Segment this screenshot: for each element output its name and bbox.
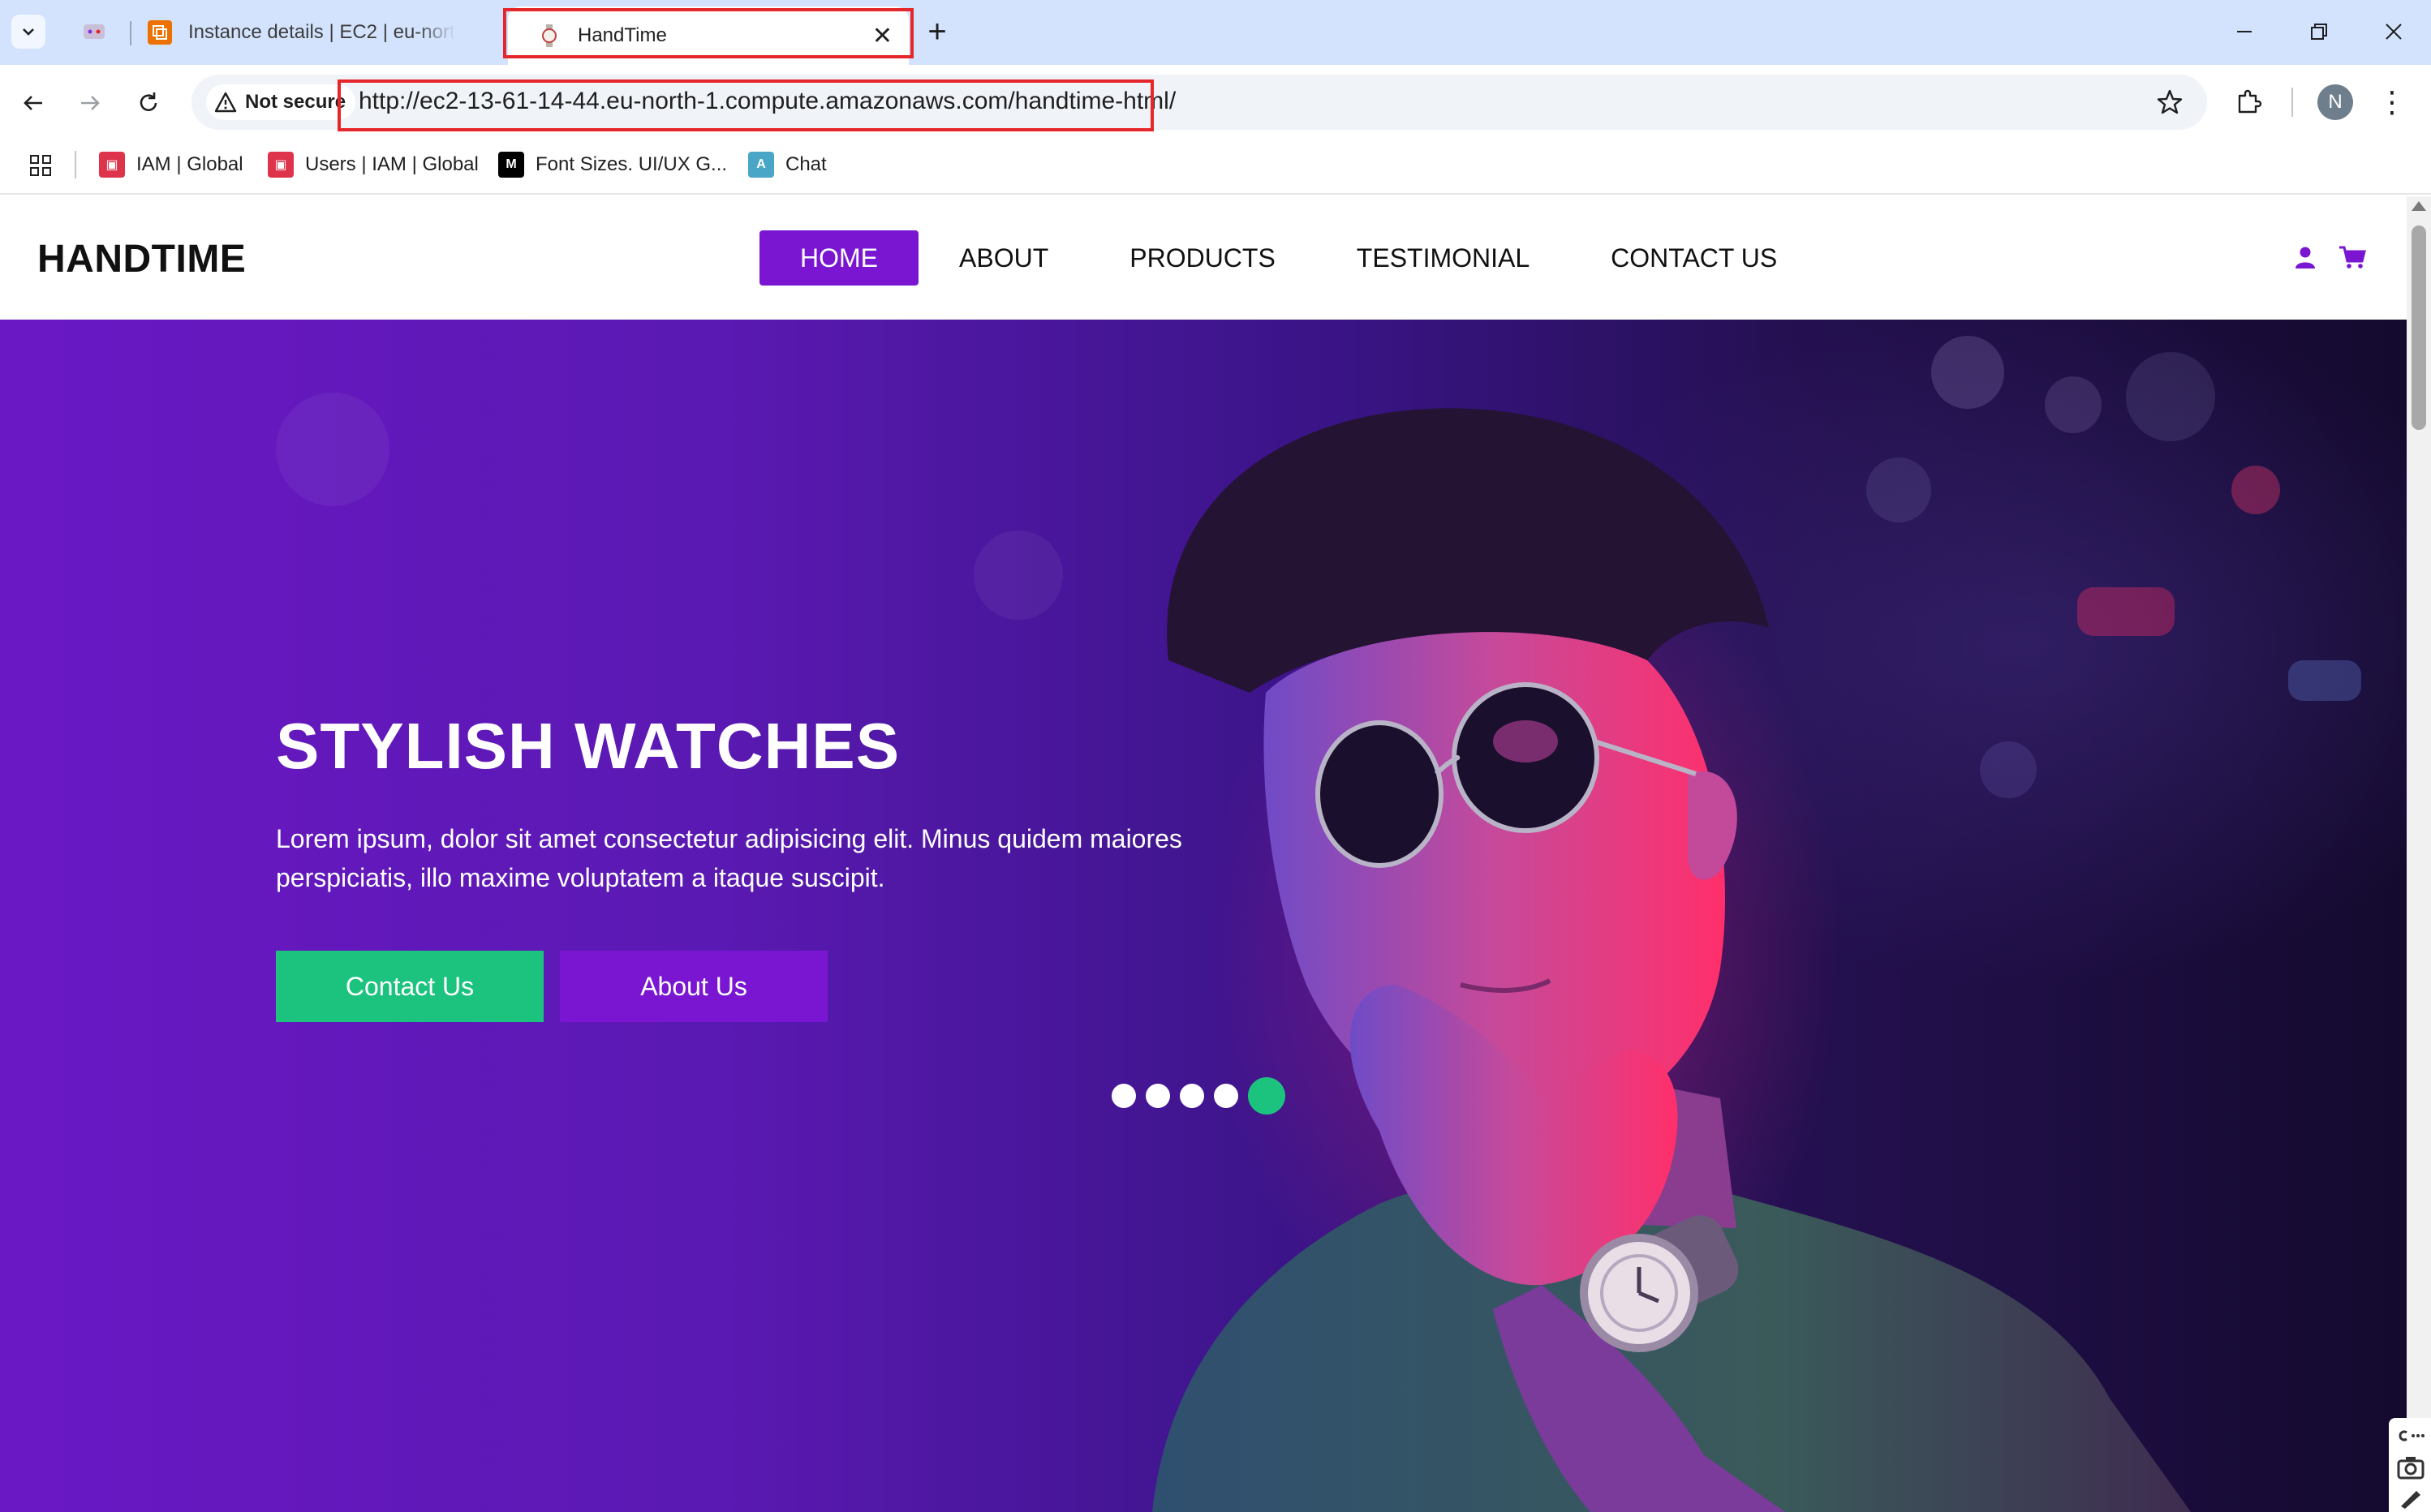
restore-button[interactable] — [2295, 11, 2343, 52]
nav-item-about[interactable]: ABOUT — [919, 230, 1089, 286]
chevron-down-icon — [23, 28, 34, 36]
star-icon — [2157, 89, 2183, 114]
nav-item-testimonial[interactable]: TESTIMONIAL — [1316, 230, 1570, 286]
tab-search-button[interactable] — [11, 15, 45, 49]
back-button[interactable] — [13, 83, 54, 123]
iam-icon: ▣ — [99, 152, 125, 178]
new-tab-button[interactable]: + — [917, 11, 957, 52]
reload-icon — [140, 92, 157, 111]
security-indicator[interactable]: Not secure — [206, 84, 356, 120]
chat-icon: A — [748, 152, 774, 178]
slider-dot-5-active[interactable] — [1248, 1077, 1285, 1115]
tab-ec2-instance[interactable]: Instance details | EC2 | eu-north-1 — [136, 0, 501, 65]
restore-icon — [2311, 24, 2327, 40]
hero-title: STYLISH WATCHES — [276, 710, 901, 782]
chat-favicon-icon — [84, 24, 105, 39]
link-icon[interactable] — [2395, 1426, 2425, 1445]
tab-title: Instance details | EC2 | eu-north-1 — [188, 21, 456, 43]
bookmark-chat[interactable]: A Chat — [748, 146, 827, 183]
site-header: HANDTIME HOME ABOUT PRODUCTS TESTIMONIAL… — [0, 196, 2407, 320]
close-icon — [2386, 24, 2402, 40]
puzzle-icon — [2238, 89, 2262, 114]
browser-menu-button[interactable]: ⋮ — [2376, 83, 2408, 122]
iam-icon: ▣ — [268, 152, 294, 178]
slider-dot-1[interactable] — [1112, 1084, 1136, 1108]
bookmark-label: Chat — [785, 153, 827, 175]
arrow-right-icon — [81, 96, 100, 110]
bookmark-font-sizes[interactable]: M Font Sizes. UI/UX G... — [498, 146, 727, 183]
hero-slider: STYLISH WATCHES Lorem ipsum, dolor sit a… — [0, 320, 2407, 1512]
profile-avatar[interactable]: N — [2317, 84, 2353, 120]
forward-button[interactable] — [70, 83, 110, 123]
minimize-button[interactable] — [2220, 11, 2269, 52]
tab-separator — [130, 21, 131, 45]
close-window-button[interactable] — [2369, 11, 2418, 52]
bookmark-label: Users | IAM | Global — [305, 153, 479, 175]
nav-item-products[interactable]: PRODUCTS — [1089, 230, 1316, 286]
hero-description: Lorem ipsum, dolor sit amet consectetur … — [276, 824, 1182, 892]
scroll-up-arrow-icon[interactable] — [2412, 201, 2426, 211]
arrow-left-icon — [24, 96, 42, 110]
medium-icon: M — [498, 152, 524, 178]
side-tools-panel — [2389, 1418, 2431, 1512]
bookmark-label: Font Sizes. UI/UX G... — [536, 153, 728, 175]
highlight-box-url — [338, 79, 1154, 131]
bookmark-star-button[interactable] — [2152, 84, 2188, 120]
hero-model-image — [1152, 408, 2191, 1512]
edit-icon[interactable] — [2399, 1488, 2423, 1509]
slider-indicators — [1112, 1077, 1285, 1115]
site-logo[interactable]: HANDTIME — [37, 237, 246, 281]
aws-ec2-favicon-icon — [148, 20, 172, 45]
slider-dot-2[interactable] — [1146, 1084, 1170, 1108]
bookmark-users-iam[interactable]: ▣ Users | IAM | Global — [268, 146, 479, 183]
web-page: HANDTIME HOME ABOUT PRODUCTS TESTIMONIAL… — [0, 196, 2407, 1512]
contact-us-button[interactable]: Contact Us — [276, 951, 544, 1022]
bookmarks-separator — [75, 151, 76, 178]
slider-dot-3[interactable] — [1180, 1084, 1204, 1108]
cart-icon[interactable] — [2338, 243, 2366, 271]
highlight-box-tab — [503, 8, 914, 58]
bookmark-iam-global[interactable]: ▣ IAM | Global — [99, 146, 243, 183]
user-icon[interactable] — [2291, 243, 2319, 271]
toolbar-separator — [2291, 88, 2293, 117]
minimize-icon — [2237, 31, 2252, 32]
extensions-button[interactable] — [2230, 83, 2269, 122]
nav-item-home[interactable]: HOME — [759, 230, 919, 286]
plus-icon: + — [927, 13, 947, 49]
tab-pinned[interactable] — [73, 0, 115, 65]
about-us-button[interactable]: About Us — [560, 951, 828, 1022]
security-label: Not secure — [245, 91, 346, 113]
nav-item-contact-us[interactable]: CONTACT US — [1570, 230, 1818, 286]
bookmark-label: IAM | Global — [136, 153, 243, 175]
camera-icon[interactable] — [2397, 1455, 2425, 1480]
warning-icon — [214, 92, 237, 113]
slider-dot-4[interactable] — [1214, 1084, 1238, 1108]
scrollbar-thumb[interactable] — [2412, 226, 2426, 430]
apps-grid-icon — [30, 155, 51, 176]
main-nav: HOME ABOUT PRODUCTS TESTIMONIAL CONTACT … — [759, 230, 1818, 286]
reload-button[interactable] — [128, 83, 169, 123]
apps-button[interactable] — [24, 149, 57, 182]
more-vert-icon: ⋮ — [2377, 85, 2407, 118]
